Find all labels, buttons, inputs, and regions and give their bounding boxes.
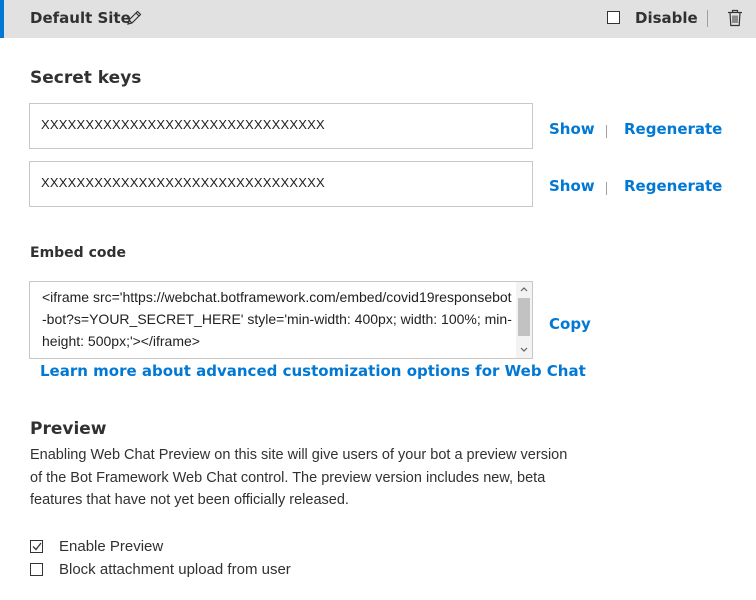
link-divider: [606, 182, 607, 195]
embed-code-label: Embed code: [30, 245, 126, 261]
selected-accent-bar: [0, 0, 4, 38]
regenerate-key-1-link[interactable]: Regenerate: [624, 120, 722, 138]
block-attachment-label: Block attachment upload from user: [59, 561, 291, 578]
secret-key-value: XXXXXXXXXXXXXXXXXXXXXXXXXXXXXXXX: [41, 117, 325, 132]
pencil-icon[interactable]: [125, 9, 143, 27]
header-divider: [707, 10, 708, 27]
disable-checkbox[interactable]: [607, 11, 620, 24]
show-key-2-link[interactable]: Show: [549, 177, 595, 195]
site-header: Default Site Disable: [0, 0, 756, 38]
chevron-up-icon[interactable]: [520, 286, 528, 292]
copy-embed-link[interactable]: Copy: [549, 315, 591, 333]
trash-icon[interactable]: [727, 9, 743, 27]
scroll-thumb[interactable]: [518, 298, 530, 336]
show-key-1-link[interactable]: Show: [549, 120, 595, 138]
enable-preview-checkbox[interactable]: [30, 540, 43, 553]
embed-scrollbar[interactable]: [516, 282, 532, 358]
link-divider: [606, 125, 607, 138]
disable-label: Disable: [635, 9, 698, 27]
secret-key-field-2[interactable]: XXXXXXXXXXXXXXXXXXXXXXXXXXXXXXXX: [29, 161, 533, 207]
secret-keys-title: Secret keys: [30, 68, 142, 88]
checkmark-icon: [32, 542, 42, 551]
chevron-down-icon[interactable]: [520, 347, 528, 353]
preview-title: Preview: [30, 419, 107, 439]
enable-preview-label: Enable Preview: [59, 538, 164, 555]
regenerate-key-2-link[interactable]: Regenerate: [624, 177, 722, 195]
preview-description: Enabling Web Chat Preview on this site w…: [30, 447, 568, 508]
secret-key-value: XXXXXXXXXXXXXXXXXXXXXXXXXXXXXXXX: [41, 175, 325, 190]
embed-code-text: <iframe src='https://webchat.botframewor…: [42, 289, 512, 349]
block-attachment-checkbox[interactable]: [30, 563, 43, 576]
site-name: Default Site: [30, 9, 131, 27]
embed-code-textarea[interactable]: <iframe src='https://webchat.botframewor…: [29, 281, 533, 359]
secret-key-field-1[interactable]: XXXXXXXXXXXXXXXXXXXXXXXXXXXXXXXX: [29, 103, 533, 149]
learn-more-link[interactable]: Learn more about advanced customization …: [40, 362, 586, 380]
